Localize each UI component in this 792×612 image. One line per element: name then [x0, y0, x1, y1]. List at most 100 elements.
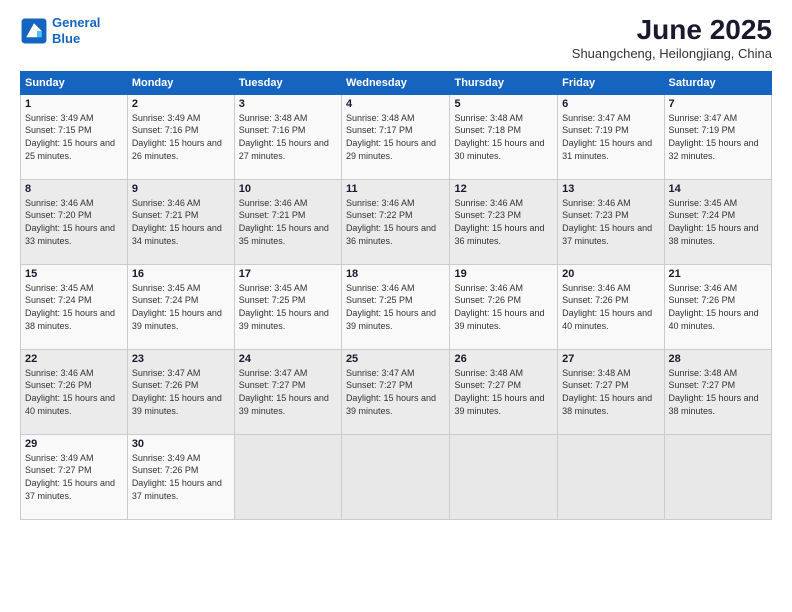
day-info: Sunrise: 3:48 AMSunset: 7:27 PMDaylight:…: [669, 367, 767, 417]
col-sunday: Sunday: [21, 71, 128, 94]
table-cell: 29 Sunrise: 3:49 AMSunset: 7:27 PMDayligh…: [21, 434, 128, 519]
day-number: 13: [562, 183, 659, 195]
calendar-header-row: Sunday Monday Tuesday Wednesday Thursday…: [21, 71, 772, 94]
day-info: Sunrise: 3:48 AMSunset: 7:27 PMDaylight:…: [454, 367, 553, 417]
day-info: Sunrise: 3:49 AMSunset: 7:27 PMDaylight:…: [25, 452, 123, 502]
day-info: Sunrise: 3:46 AMSunset: 7:26 PMDaylight:…: [25, 367, 123, 417]
day-info: Sunrise: 3:46 AMSunset: 7:26 PMDaylight:…: [454, 282, 553, 332]
day-info: Sunrise: 3:46 AMSunset: 7:20 PMDaylight:…: [25, 197, 123, 247]
day-info: Sunrise: 3:48 AMSunset: 7:18 PMDaylight:…: [454, 112, 553, 162]
table-cell: 14 Sunrise: 3:45 AMSunset: 7:24 PMDayligh…: [664, 179, 771, 264]
header: General Blue June 2025 Shuangcheng, Heil…: [20, 15, 772, 61]
table-cell: 5 Sunrise: 3:48 AMSunset: 7:18 PMDaylight…: [450, 94, 558, 179]
day-number: 29: [25, 438, 123, 450]
day-number: 24: [239, 353, 337, 365]
logo-blue: Blue: [52, 31, 80, 46]
table-cell: 26 Sunrise: 3:48 AMSunset: 7:27 PMDayligh…: [450, 349, 558, 434]
page: General Blue June 2025 Shuangcheng, Heil…: [0, 0, 792, 612]
day-number: 10: [239, 183, 337, 195]
day-info: Sunrise: 3:46 AMSunset: 7:23 PMDaylight:…: [562, 197, 659, 247]
col-friday: Friday: [558, 71, 664, 94]
day-info: Sunrise: 3:49 AMSunset: 7:26 PMDaylight:…: [132, 452, 230, 502]
day-info: Sunrise: 3:46 AMSunset: 7:22 PMDaylight:…: [346, 197, 446, 247]
table-cell: 16 Sunrise: 3:45 AMSunset: 7:24 PMDayligh…: [127, 264, 234, 349]
day-info: Sunrise: 3:46 AMSunset: 7:26 PMDaylight:…: [562, 282, 659, 332]
day-number: 25: [346, 353, 446, 365]
table-cell: 22 Sunrise: 3:46 AMSunset: 7:26 PMDayligh…: [21, 349, 128, 434]
day-info: Sunrise: 3:45 AMSunset: 7:24 PMDaylight:…: [669, 197, 767, 247]
day-number: 23: [132, 353, 230, 365]
table-cell: 10 Sunrise: 3:46 AMSunset: 7:21 PMDayligh…: [234, 179, 341, 264]
day-number: 11: [346, 183, 446, 195]
day-info: Sunrise: 3:46 AMSunset: 7:25 PMDaylight:…: [346, 282, 446, 332]
day-info: Sunrise: 3:47 AMSunset: 7:27 PMDaylight:…: [239, 367, 337, 417]
col-monday: Monday: [127, 71, 234, 94]
logo: General Blue: [20, 15, 100, 46]
day-info: Sunrise: 3:48 AMSunset: 7:17 PMDaylight:…: [346, 112, 446, 162]
table-cell: [234, 434, 341, 519]
table-cell: [341, 434, 450, 519]
table-cell: 6 Sunrise: 3:47 AMSunset: 7:19 PMDaylight…: [558, 94, 664, 179]
col-saturday: Saturday: [664, 71, 771, 94]
day-number: 16: [132, 268, 230, 280]
day-info: Sunrise: 3:48 AMSunset: 7:16 PMDaylight:…: [239, 112, 337, 162]
day-info: Sunrise: 3:45 AMSunset: 7:25 PMDaylight:…: [239, 282, 337, 332]
day-number: 1: [25, 98, 123, 110]
day-number: 26: [454, 353, 553, 365]
table-cell: 20 Sunrise: 3:46 AMSunset: 7:26 PMDayligh…: [558, 264, 664, 349]
logo-general: General: [52, 15, 100, 30]
table-cell: 12 Sunrise: 3:46 AMSunset: 7:23 PMDayligh…: [450, 179, 558, 264]
day-number: 20: [562, 268, 659, 280]
day-info: Sunrise: 3:46 AMSunset: 7:21 PMDaylight:…: [132, 197, 230, 247]
logo-text: General Blue: [52, 15, 100, 46]
day-number: 4: [346, 98, 446, 110]
day-number: 28: [669, 353, 767, 365]
calendar: Sunday Monday Tuesday Wednesday Thursday…: [20, 71, 772, 520]
day-info: Sunrise: 3:46 AMSunset: 7:21 PMDaylight:…: [239, 197, 337, 247]
day-info: Sunrise: 3:47 AMSunset: 7:26 PMDaylight:…: [132, 367, 230, 417]
col-thursday: Thursday: [450, 71, 558, 94]
table-cell: 8 Sunrise: 3:46 AMSunset: 7:20 PMDaylight…: [21, 179, 128, 264]
day-number: 8: [25, 183, 123, 195]
col-wednesday: Wednesday: [341, 71, 450, 94]
table-cell: 24 Sunrise: 3:47 AMSunset: 7:27 PMDayligh…: [234, 349, 341, 434]
table-cell: 21Sunrise: 3:46 AMSunset: 7:26 PMDayligh…: [664, 264, 771, 349]
table-cell: 17Sunrise: 3:45 AMSunset: 7:25 PMDayligh…: [234, 264, 341, 349]
table-cell: 3 Sunrise: 3:48 AMSunset: 7:16 PMDaylight…: [234, 94, 341, 179]
day-number: 3: [239, 98, 337, 110]
day-number: 30: [132, 438, 230, 450]
day-info: Sunrise: 3:47 AMSunset: 7:19 PMDaylight:…: [562, 112, 659, 162]
day-number: 6: [562, 98, 659, 110]
day-number: 22: [25, 353, 123, 365]
day-info: Sunrise: 3:48 AMSunset: 7:27 PMDaylight:…: [562, 367, 659, 417]
table-cell: 1 Sunrise: 3:49 AMSunset: 7:15 PMDaylight…: [21, 94, 128, 179]
table-cell: 28 Sunrise: 3:48 AMSunset: 7:27 PMDayligh…: [664, 349, 771, 434]
day-number: 14: [669, 183, 767, 195]
table-cell: 19 Sunrise: 3:46 AMSunset: 7:26 PMDayligh…: [450, 264, 558, 349]
day-info: Sunrise: 3:49 AMSunset: 7:15 PMDaylight:…: [25, 112, 123, 162]
logo-icon: [20, 17, 48, 45]
table-cell: 13 Sunrise: 3:46 AMSunset: 7:23 PMDayligh…: [558, 179, 664, 264]
day-number: 9: [132, 183, 230, 195]
table-cell: 27 Sunrise: 3:48 AMSunset: 7:27 PMDayligh…: [558, 349, 664, 434]
location: Shuangcheng, Heilongjiang, China: [572, 46, 772, 61]
table-cell: 2Sunrise: 3:49 AMSunset: 7:16 PMDaylight…: [127, 94, 234, 179]
day-number: 18: [346, 268, 446, 280]
day-number: 5: [454, 98, 553, 110]
table-cell: 25Sunrise: 3:47 AMSunset: 7:27 PMDayligh…: [341, 349, 450, 434]
day-info: Sunrise: 3:45 AMSunset: 7:24 PMDaylight:…: [132, 282, 230, 332]
table-cell: 9 Sunrise: 3:46 AMSunset: 7:21 PMDaylight…: [127, 179, 234, 264]
day-info: Sunrise: 3:46 AMSunset: 7:23 PMDaylight:…: [454, 197, 553, 247]
table-cell: 15Sunrise: 3:45 AMSunset: 7:24 PMDayligh…: [21, 264, 128, 349]
day-number: 2: [132, 98, 230, 110]
month-title: June 2025: [572, 15, 772, 46]
table-cell: 23 Sunrise: 3:47 AMSunset: 7:26 PMDayligh…: [127, 349, 234, 434]
day-number: 15: [25, 268, 123, 280]
day-number: 19: [454, 268, 553, 280]
table-cell: [450, 434, 558, 519]
day-number: 12: [454, 183, 553, 195]
table-cell: 30 Sunrise: 3:49 AMSunset: 7:26 PMDayligh…: [127, 434, 234, 519]
day-number: 27: [562, 353, 659, 365]
table-cell: 11 Sunrise: 3:46 AMSunset: 7:22 PMDayligh…: [341, 179, 450, 264]
day-number: 7: [669, 98, 767, 110]
